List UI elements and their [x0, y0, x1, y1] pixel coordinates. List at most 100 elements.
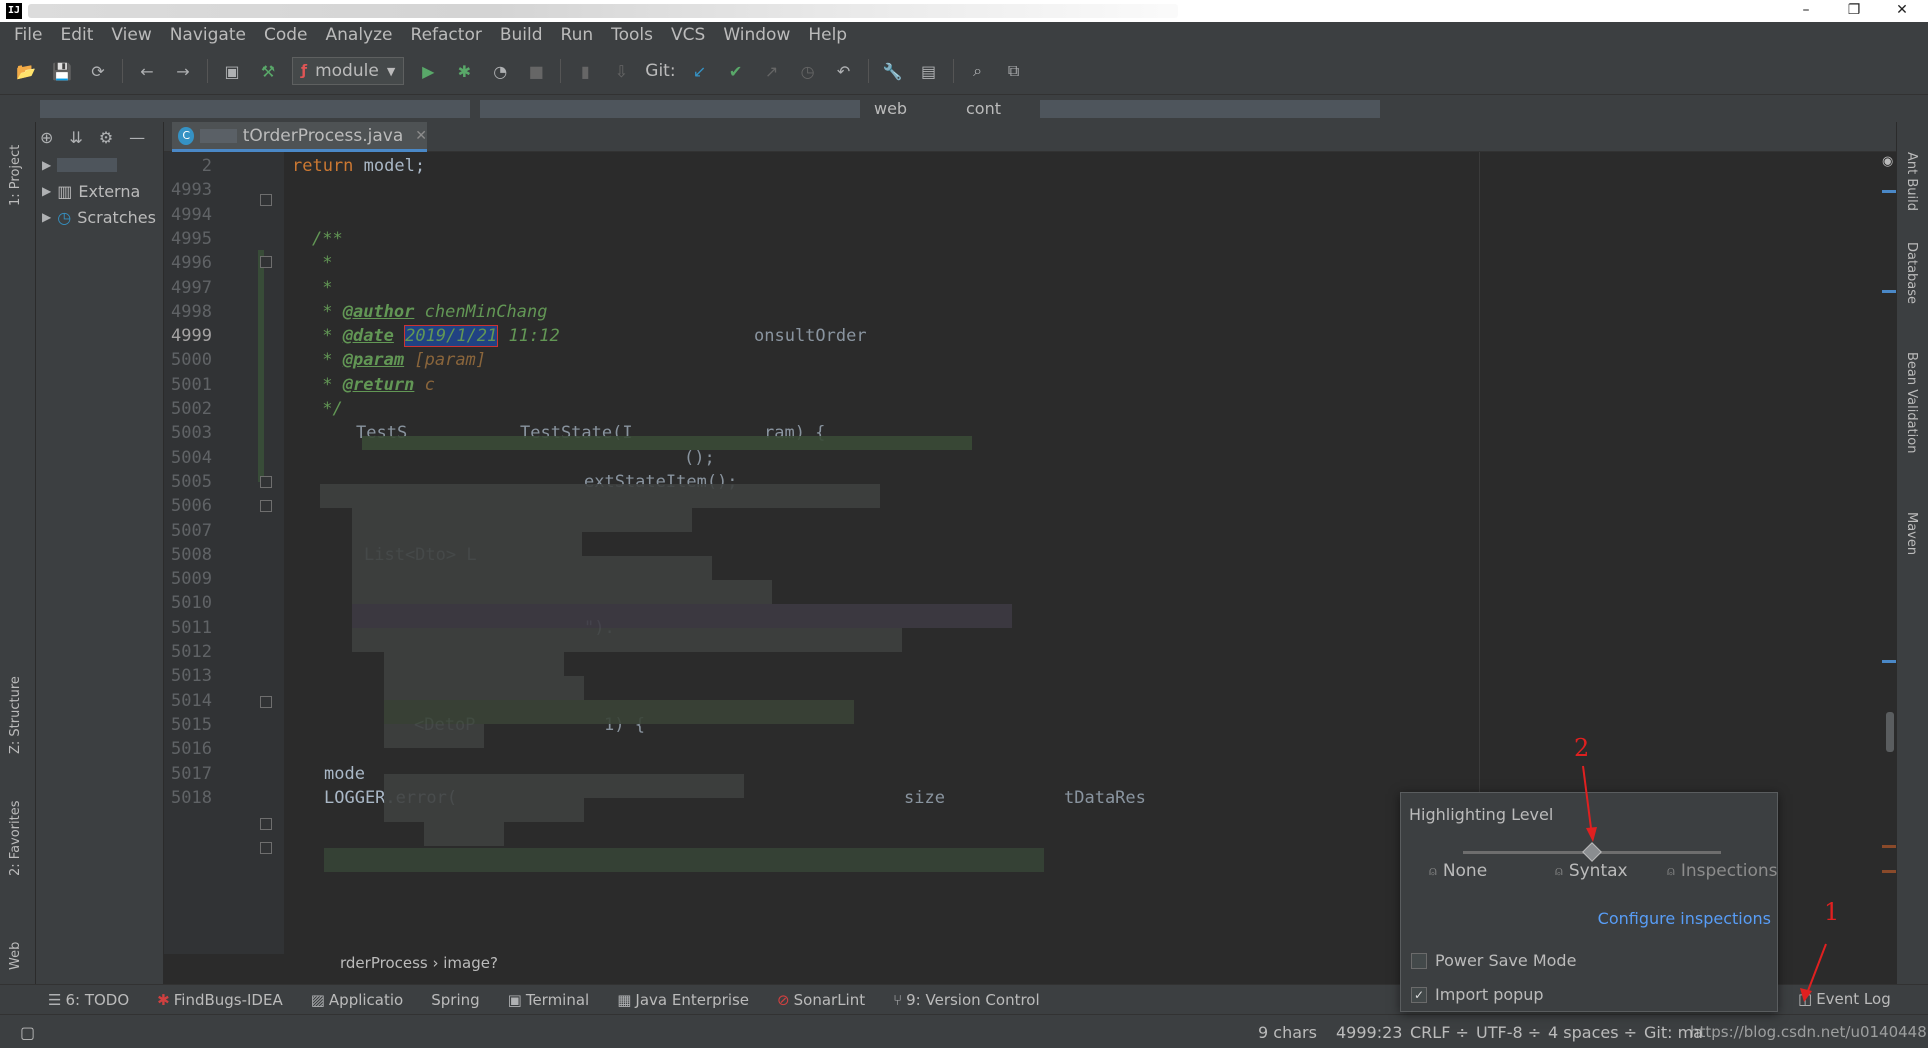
tab-project[interactable]: 1: Project	[8, 145, 23, 206]
menu-help[interactable]: Help	[808, 25, 847, 45]
minimize-button[interactable]: –	[1784, 0, 1828, 22]
tool-findbugs[interactable]: ✱ FindBugs-IDEA	[157, 991, 283, 1009]
debug-bug-icon[interactable]: ✱	[452, 59, 476, 83]
menu-edit[interactable]: Edit	[60, 25, 93, 45]
git-commit-icon[interactable]: ✔	[724, 59, 748, 83]
menu-window[interactable]: Window	[723, 25, 790, 45]
expand-arrow-icon[interactable]: ▶	[42, 158, 51, 172]
translate-icon[interactable]: ⧉	[1002, 59, 1026, 83]
terminal-window-icon[interactable]: ▣	[220, 59, 244, 83]
fold-marker-icon[interactable]	[260, 842, 272, 854]
fold-marker-icon[interactable]	[260, 696, 272, 708]
scroll-from-source-icon[interactable]: ⊕	[40, 128, 53, 147]
tab-structure[interactable]: Z: Structure	[8, 676, 23, 754]
run-icon[interactable]: ▶	[416, 59, 440, 83]
open-folder-icon[interactable]: 📂	[14, 59, 38, 83]
menu-refactor[interactable]: Refactor	[411, 25, 482, 45]
vcs-update-disabled-icon[interactable]: ⇩	[609, 59, 633, 83]
stop-icon[interactable]: ■	[524, 59, 548, 83]
power-save-checkbox[interactable]: Power Save Mode	[1411, 951, 1576, 970]
save-all-icon[interactable]: 💾	[50, 59, 74, 83]
run-configuration-select[interactable]: ƒ module ▼	[292, 57, 405, 85]
tree-item-scratches[interactable]: ▶ ◷ Scratches	[36, 204, 163, 230]
intellij-app-icon: IJ	[6, 3, 22, 19]
tool-java-enterprise[interactable]: ▦ Java Enterprise	[617, 991, 749, 1009]
tool-application[interactable]: ▨ Applicatio	[311, 991, 404, 1009]
expand-arrow-icon[interactable]: ▶	[42, 184, 51, 198]
editor-breadcrumb[interactable]: rderProcess › image?	[280, 954, 1340, 976]
tool-todo-label: 6: TODO	[65, 990, 130, 1009]
highlight-level-thumb[interactable]	[1582, 842, 1602, 862]
tool-event-log[interactable]: ◫ Event Log	[1798, 990, 1891, 1008]
vcs-commit-disabled-icon[interactable]: ▮	[573, 59, 597, 83]
scrollbar-thumb[interactable]	[1886, 712, 1894, 752]
toggle-tool-windows-icon[interactable]: ▢	[20, 1023, 35, 1042]
tree-item-external-libraries[interactable]: ▶ ▥ Externa	[36, 178, 163, 204]
status-line-separator[interactable]: CRLF ÷	[1410, 1023, 1469, 1042]
restore-button[interactable]: ❐	[1832, 0, 1876, 22]
tool-sonarlint[interactable]: ⊘ SonarLint	[777, 991, 865, 1009]
level-syntax[interactable]: ⍝ Syntax	[1555, 861, 1628, 881]
forward-arrow-icon[interactable]: →	[171, 59, 195, 83]
editor-tab-active[interactable]: C tOrderProcess.java ✕	[172, 122, 427, 152]
sync-icon[interactable]: ⟳	[86, 59, 110, 83]
fold-marker-icon[interactable]	[260, 476, 272, 488]
preview-eye-icon[interactable]: ◉	[1882, 154, 1893, 169]
menu-run[interactable]: Run	[561, 25, 594, 45]
menu-tools[interactable]: Tools	[611, 25, 653, 45]
menu-view[interactable]: View	[111, 25, 151, 45]
menu-file[interactable]: File	[14, 25, 42, 45]
menu-vcs[interactable]: VCS	[671, 25, 705, 45]
line-number: 5014	[171, 690, 212, 711]
gear-icon[interactable]: ⚙	[99, 128, 113, 147]
tool-spring[interactable]: Spring	[431, 991, 479, 1009]
git-history-icon[interactable]: ◷	[796, 59, 820, 83]
tab-database[interactable]: Database	[1904, 242, 1919, 304]
rollback-icon[interactable]: ↶	[832, 59, 856, 83]
breadcrumb-web[interactable]: web	[874, 99, 907, 118]
tab-bean-validation[interactable]: Bean Validation	[1904, 352, 1919, 453]
tree-item-module[interactable]: ▶	[36, 152, 163, 178]
import-popup-checkbox[interactable]: ✓ Import popup	[1411, 985, 1544, 1004]
tool-version-control[interactable]: ⑂ 9: Version Control	[893, 991, 1040, 1009]
tab-ant-build[interactable]: Ant Build	[1904, 152, 1919, 211]
fold-marker-icon[interactable]	[260, 256, 272, 268]
fold-marker-icon[interactable]	[260, 194, 272, 206]
project-structure-icon[interactable]: ▤	[917, 59, 941, 83]
hide-panel-icon[interactable]: —	[129, 128, 145, 147]
collapse-all-icon[interactable]: ⇊	[69, 128, 82, 147]
back-arrow-icon[interactable]: ←	[135, 59, 159, 83]
tool-todo[interactable]: ☰ 6: TODO	[48, 991, 129, 1009]
checkbox-box[interactable]	[1411, 952, 1427, 969]
blurred-code	[384, 774, 744, 798]
checkbox-box-checked[interactable]: ✓	[1411, 986, 1427, 1003]
menu-analyze[interactable]: Analyze	[326, 25, 393, 45]
level-inspections[interactable]: ⍝ Inspections	[1667, 861, 1777, 881]
build-hammer-icon[interactable]: ⚒	[256, 59, 280, 83]
menu-code[interactable]: Code	[264, 25, 308, 45]
git-update-icon[interactable]: ↙	[688, 59, 712, 83]
javadoc-value: [param]	[404, 350, 487, 371]
inspector-icon: ⍝	[1667, 863, 1675, 879]
fold-marker-icon[interactable]	[260, 818, 272, 830]
fold-marker-icon[interactable]	[260, 500, 272, 512]
tab-web[interactable]: Web	[8, 942, 23, 970]
status-indent[interactable]: 4 spaces ÷	[1548, 1023, 1637, 1042]
close-button[interactable]: ✕	[1880, 0, 1924, 22]
breadcrumb-cont[interactable]: cont	[966, 99, 1001, 118]
git-push-icon[interactable]: ↗	[760, 59, 784, 83]
close-tab-icon[interactable]: ✕	[415, 128, 427, 144]
search-icon[interactable]: ⌕	[966, 59, 990, 83]
menu-build[interactable]: Build	[500, 25, 543, 45]
status-caret-position[interactable]: 4999:23	[1336, 1023, 1402, 1042]
expand-arrow-icon[interactable]: ▶	[42, 210, 51, 224]
status-encoding[interactable]: UTF-8 ÷	[1476, 1023, 1541, 1042]
tab-favorites[interactable]: 2: Favorites	[8, 800, 23, 876]
menu-navigate[interactable]: Navigate	[170, 25, 246, 45]
tool-terminal[interactable]: ▣ Terminal	[508, 991, 590, 1009]
coverage-icon[interactable]: ◔	[488, 59, 512, 83]
tab-maven[interactable]: Maven	[1904, 512, 1919, 555]
level-none[interactable]: ⍝ None	[1429, 861, 1487, 881]
settings-wrench-icon[interactable]: 🔧	[881, 59, 905, 83]
configure-inspections-link[interactable]: Configure inspections	[1598, 909, 1771, 928]
